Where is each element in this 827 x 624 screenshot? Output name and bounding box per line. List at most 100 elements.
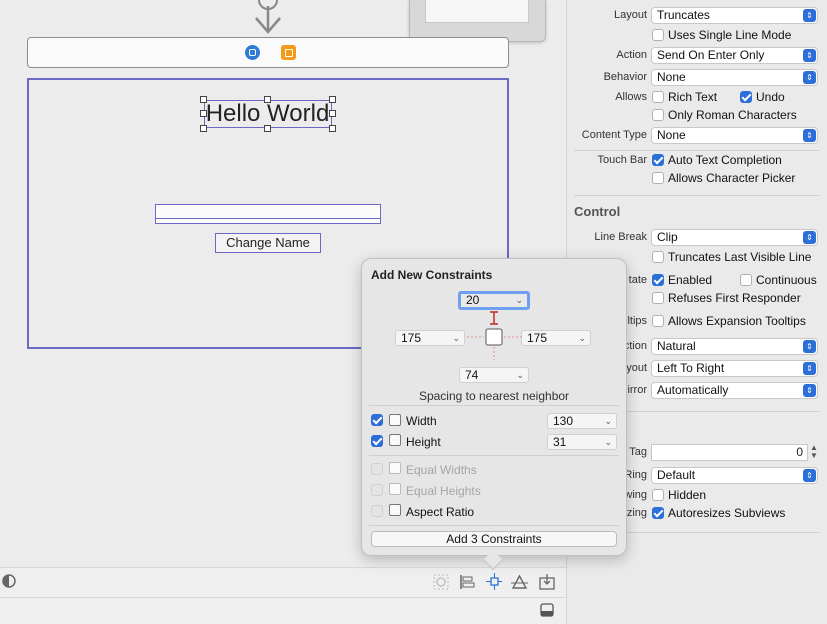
allows-label: Allows bbox=[615, 91, 647, 103]
right-spacing-combo[interactable]: 175 ⌄ bbox=[521, 330, 591, 346]
embed-in-icon[interactable] bbox=[539, 574, 555, 590]
auto-completion-checkbox[interactable] bbox=[652, 154, 664, 166]
refuses-label: Refuses First Responder bbox=[668, 291, 801, 305]
resize-handle[interactable] bbox=[329, 96, 336, 103]
debug-area-toggle-icon[interactable] bbox=[540, 603, 554, 617]
popup-chevron-icon: ⇕ bbox=[803, 129, 816, 142]
name-text-field[interactable] bbox=[155, 204, 381, 224]
width-checkbox[interactable] bbox=[371, 414, 383, 426]
behavior-popup[interactable]: None ⇕ bbox=[651, 69, 818, 86]
chevron-down-icon: ⌄ bbox=[515, 295, 523, 305]
resize-handle[interactable] bbox=[200, 125, 207, 132]
equal-widths-checkbox[interactable] bbox=[371, 463, 383, 475]
touch-bar-label: Touch Bar bbox=[597, 154, 647, 166]
resize-handle[interactable] bbox=[200, 110, 207, 117]
popup-chevron-icon: ⇕ bbox=[803, 49, 816, 62]
height-combo[interactable]: 31 ⌄ bbox=[547, 434, 617, 450]
chevron-down-icon: ⌄ bbox=[604, 416, 612, 426]
enabled-checkbox[interactable] bbox=[652, 274, 664, 286]
spacing-note: Spacing to nearest neighbor bbox=[418, 389, 570, 403]
inspector-divider bbox=[574, 195, 819, 196]
bottom-spacing-combo[interactable]: 74 ⌄ bbox=[459, 367, 529, 383]
width-combo[interactable]: 130 ⌄ bbox=[547, 413, 617, 429]
bottom-spacing-value: 74 bbox=[465, 368, 479, 382]
tooltips-value: Allows Expansion Tooltips bbox=[668, 314, 806, 328]
single-line-checkbox[interactable] bbox=[652, 29, 664, 41]
behavior-label: Behavior bbox=[603, 71, 647, 83]
left-spacing-combo[interactable]: 175 ⌄ bbox=[395, 330, 465, 346]
line-break-label: Line Break bbox=[594, 231, 647, 243]
continuous-label: Continuous bbox=[756, 273, 817, 287]
layout2-value: Left To Right bbox=[657, 361, 725, 375]
thumbnail-content bbox=[425, 0, 529, 23]
equal-heights-checkbox[interactable] bbox=[371, 484, 383, 496]
layout-popup[interactable]: Truncates ⇕ bbox=[651, 7, 818, 24]
height-checkbox[interactable] bbox=[371, 435, 383, 447]
tooltips-checkbox[interactable] bbox=[652, 315, 664, 327]
popover-divider bbox=[369, 525, 619, 526]
update-frames-icon[interactable] bbox=[433, 574, 449, 590]
line-break-popup[interactable]: Clip ⇕ bbox=[651, 229, 818, 246]
inspector-divider bbox=[574, 150, 819, 151]
add-constraints-button[interactable]: Add 3 Constraints bbox=[371, 531, 617, 547]
tag-stepper[interactable]: ▲ ▼ bbox=[809, 444, 819, 461]
window-controller-bar[interactable] bbox=[27, 37, 509, 68]
popup-chevron-icon: ⇕ bbox=[803, 340, 816, 353]
window-controller-icon[interactable] bbox=[245, 45, 260, 60]
direction-popup[interactable]: Natural ⇕ bbox=[651, 338, 818, 355]
chevron-down-icon: ⌄ bbox=[604, 437, 612, 447]
layout-label: Layout bbox=[613, 9, 647, 21]
align-icon[interactable] bbox=[459, 574, 475, 590]
direction-value: Natural bbox=[657, 339, 696, 353]
roman-checkbox[interactable] bbox=[652, 109, 664, 121]
rich-text-checkbox[interactable] bbox=[652, 91, 664, 103]
window-thumbnail[interactable] bbox=[409, 0, 546, 42]
enabled-label: Enabled bbox=[668, 273, 713, 287]
chevron-down-icon: ⌄ bbox=[578, 333, 586, 343]
truncates-last-checkbox[interactable] bbox=[652, 251, 664, 263]
popup-chevron-icon: ⇕ bbox=[803, 469, 816, 482]
popup-chevron-icon: ⇕ bbox=[803, 231, 816, 244]
continuous-checkbox[interactable] bbox=[740, 274, 752, 286]
resize-handle[interactable] bbox=[264, 125, 271, 132]
height-icon bbox=[389, 434, 401, 446]
aspect-ratio-checkbox[interactable] bbox=[371, 505, 383, 517]
tag-field[interactable]: 0 bbox=[651, 444, 808, 461]
resize-handle[interactable] bbox=[329, 125, 336, 132]
undo-checkbox[interactable] bbox=[740, 91, 752, 103]
chevron-down-icon: ⌄ bbox=[516, 370, 524, 380]
hidden-checkbox[interactable] bbox=[652, 489, 664, 501]
popup-chevron-icon: ⇕ bbox=[803, 384, 816, 397]
truncates-last-label: Truncates Last Visible Line bbox=[668, 250, 812, 264]
top-spacing-combo[interactable]: 20 ⌄ bbox=[458, 291, 530, 310]
mirror-value: Automatically bbox=[657, 383, 729, 397]
content-type-value: None bbox=[657, 128, 686, 142]
equal-widths-label: Equal Widths bbox=[406, 463, 477, 477]
resize-handle[interactable] bbox=[329, 110, 336, 117]
char-picker-label: Allows Character Picker bbox=[668, 171, 796, 185]
aspect-ratio-label: Aspect Ratio bbox=[406, 505, 475, 519]
equal-widths-icon bbox=[389, 462, 401, 474]
first-responder-icon[interactable] bbox=[281, 45, 296, 60]
change-name-button[interactable]: Change Name bbox=[215, 233, 321, 253]
layout2-popup[interactable]: Left To Right ⇕ bbox=[651, 360, 818, 377]
pin-diagram-icon bbox=[467, 311, 522, 360]
width-value: 130 bbox=[553, 414, 574, 428]
resize-handle[interactable] bbox=[200, 96, 207, 103]
resolve-issues-icon[interactable] bbox=[511, 574, 528, 590]
content-type-label: Content Type bbox=[581, 129, 647, 141]
left-spacing-value: 175 bbox=[401, 331, 422, 345]
segue-arrow-icon bbox=[255, 0, 281, 34]
focus-ring-popup[interactable]: Default ⇕ bbox=[651, 467, 818, 484]
single-line-label: Uses Single Line Mode bbox=[668, 28, 792, 42]
refuses-checkbox[interactable] bbox=[652, 292, 664, 304]
action-label: Action bbox=[616, 49, 647, 61]
resize-handle[interactable] bbox=[264, 96, 271, 103]
appearance-toggle-icon[interactable] bbox=[2, 574, 16, 588]
action-popup[interactable]: Send On Enter Only ⇕ bbox=[651, 47, 818, 64]
content-type-popup[interactable]: None ⇕ bbox=[651, 127, 818, 144]
autoresizes-checkbox[interactable] bbox=[652, 507, 664, 519]
mirror-popup[interactable]: Automatically ⇕ bbox=[651, 382, 818, 399]
add-constraints-icon[interactable] bbox=[486, 573, 502, 590]
char-picker-checkbox[interactable] bbox=[652, 172, 664, 184]
